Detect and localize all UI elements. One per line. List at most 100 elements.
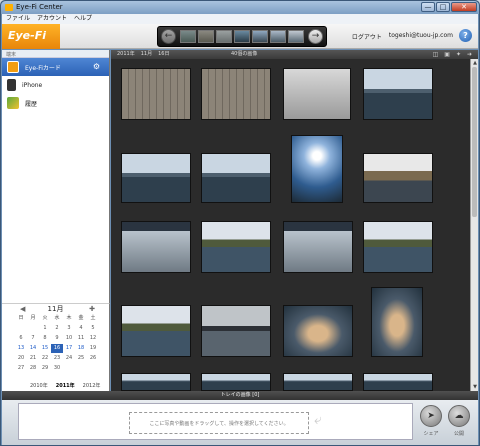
calendar-day[interactable]: 25 [75, 354, 87, 363]
photo-thumbnail[interactable] [121, 221, 191, 273]
calendar-day[interactable]: 29 [39, 364, 51, 373]
view-list-icon[interactable]: ◫ [433, 51, 439, 58]
calendar-day[interactable]: 12 [87, 334, 99, 343]
help-icon[interactable]: ? [459, 29, 472, 42]
publish-button[interactable]: ☁ [448, 405, 470, 427]
calendar-day[interactable]: 14 [27, 344, 39, 353]
calendar-day[interactable]: 2 [51, 324, 63, 333]
calendar-next-month-icon[interactable]: ✚ [89, 304, 95, 314]
menu-file[interactable]: ファイル [6, 14, 30, 24]
calendar-day[interactable]: 13 [15, 344, 27, 353]
breadcrumb-day[interactable]: 16日 [158, 50, 169, 59]
calendar-prev-month-icon[interactable]: ◀ [20, 304, 25, 314]
calendar-day [27, 324, 39, 333]
photo-thumbnail[interactable] [283, 68, 351, 120]
maximize-button[interactable]: □ [436, 2, 450, 12]
calendar-day[interactable]: 26 [87, 354, 99, 363]
photo-thumbnail[interactable] [201, 305, 271, 357]
photo-thumbnail[interactable] [121, 373, 191, 391]
calendar-day[interactable]: 16 [51, 344, 63, 353]
drop-arrow-icon: ⤶ [314, 412, 322, 428]
photo-thumbnail[interactable] [201, 153, 271, 203]
photo-thumbnail[interactable] [121, 153, 191, 203]
calendar-day[interactable]: 27 [15, 364, 27, 373]
calendar-year-link[interactable]: 2011年 [56, 382, 75, 389]
close-button[interactable]: ✕ [451, 2, 477, 12]
breadcrumb-year[interactable]: 2011年 [117, 50, 135, 59]
calendar-year-link[interactable]: 2012年 [83, 382, 101, 389]
calendar-day[interactable]: 5 [87, 324, 99, 333]
scroll-up-icon[interactable]: ▲ [471, 59, 479, 67]
view-grid-icon[interactable]: ▣ [444, 51, 450, 58]
gallery-scrollbar[interactable]: ▲ ▼ [470, 59, 478, 391]
tray-header[interactable]: トレイの画像 [0] [2, 391, 478, 400]
sidebar-item-history[interactable]: 履歴 [2, 94, 109, 112]
calendar-day[interactable]: 20 [15, 354, 27, 363]
strip-thumb[interactable] [216, 30, 232, 43]
breadcrumb-month[interactable]: 11月 [141, 50, 152, 59]
calendar-day[interactable]: 3 [63, 324, 75, 333]
calendar-day[interactable]: 7 [27, 334, 39, 343]
calendar-day[interactable]: 28 [27, 364, 39, 373]
photo-thumbnail[interactable] [283, 221, 353, 273]
calendar-day[interactable]: 6 [15, 334, 27, 343]
eyefi-card-icon [7, 61, 19, 73]
calendar-grid: 日月火水木金土 1 2 3 4 5 6 7 8 9 10 11 12 13 14 15 16 17 18 19 20 21… [15, 314, 109, 373]
calendar-day[interactable]: 17 [63, 344, 75, 353]
menu-account[interactable]: アカウント [37, 14, 67, 24]
calendar-day [75, 364, 87, 373]
sidebar-item-iphone[interactable]: iPhone [2, 76, 109, 94]
logout-link[interactable]: ログアウト [352, 32, 382, 41]
calendar-day[interactable]: 18 [75, 344, 87, 353]
strip-next-button[interactable]: → [308, 29, 323, 44]
sidebar-item-eyefi-card[interactable]: Eye-Fiカード ⚙ [2, 58, 109, 76]
share-button[interactable]: ➤ [420, 405, 442, 427]
calendar-day[interactable]: 30 [51, 364, 63, 373]
strip-prev-button[interactable]: ← [161, 29, 176, 44]
forward-icon[interactable]: ➜ [467, 51, 472, 58]
calendar-day[interactable]: 8 [39, 334, 51, 343]
calendar-day[interactable]: 21 [27, 354, 39, 363]
photo-thumbnail[interactable] [363, 153, 433, 203]
photo-thumbnail[interactable] [371, 287, 423, 357]
calendar-day[interactable]: 1 [39, 324, 51, 333]
calendar-day[interactable]: 23 [51, 354, 63, 363]
scroll-down-icon[interactable]: ▼ [471, 383, 479, 391]
calendar-day[interactable]: 15 [39, 344, 51, 353]
photo-grid [111, 59, 470, 391]
tray-drop-area[interactable]: ここに写真や動画をドラッグして、操作を選択してください。 ⤶ [18, 403, 413, 440]
calendar-day[interactable]: 11 [75, 334, 87, 343]
photo-thumbnail[interactable] [283, 373, 353, 391]
strip-thumb[interactable] [288, 30, 304, 43]
photo-thumbnail[interactable] [201, 373, 271, 391]
photo-thumbnail[interactable] [201, 221, 271, 273]
strip-thumb[interactable] [198, 30, 214, 43]
calendar-day[interactable]: 10 [63, 334, 75, 343]
title-bar[interactable]: Eye-Fi Center — □ ✕ [1, 1, 479, 14]
photo-thumbnail[interactable] [291, 135, 343, 203]
photo-thumbnail[interactable] [363, 373, 433, 391]
gear-icon[interactable]: ⚙ [93, 62, 100, 71]
publish-label: 公開 [453, 431, 464, 437]
calendar-day[interactable]: 22 [39, 354, 51, 363]
scroll-thumb[interactable] [472, 67, 477, 217]
calendar-month: 11月 [47, 305, 64, 313]
photo-thumbnail[interactable] [121, 68, 191, 120]
strip-thumb[interactable] [270, 30, 286, 43]
photo-thumbnail[interactable] [121, 305, 191, 357]
menu-help[interactable]: ヘルプ [74, 14, 92, 24]
calendar-year-link[interactable]: 2010年 [30, 382, 48, 389]
photo-thumbnail[interactable] [363, 221, 433, 273]
settings-icon[interactable]: ✦ [456, 51, 461, 58]
calendar-day[interactable]: 4 [75, 324, 87, 333]
strip-thumb[interactable] [180, 30, 196, 43]
strip-thumb[interactable] [234, 30, 250, 43]
calendar-day[interactable]: 19 [87, 344, 99, 353]
calendar-day[interactable]: 9 [51, 334, 63, 343]
strip-thumb[interactable] [252, 30, 268, 43]
photo-thumbnail[interactable] [201, 68, 271, 120]
photo-thumbnail[interactable] [363, 68, 433, 120]
photo-thumbnail[interactable] [283, 305, 353, 357]
minimize-button[interactable]: — [421, 2, 435, 12]
calendar-day[interactable]: 24 [63, 354, 75, 363]
